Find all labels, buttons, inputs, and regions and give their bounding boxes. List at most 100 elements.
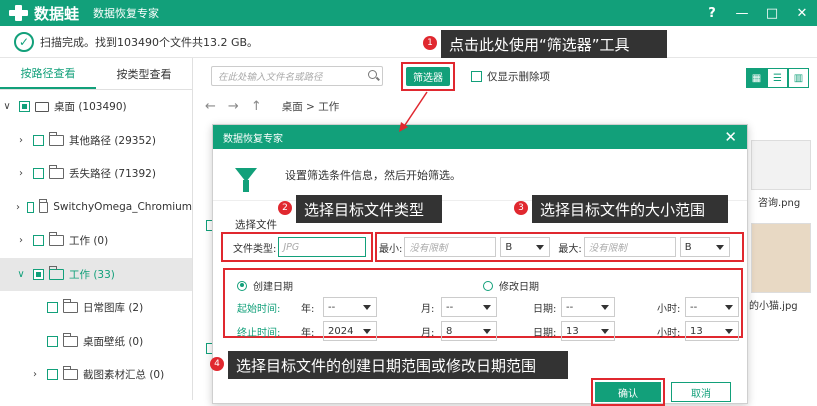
tree-item-desktop-wallpaper[interactable]: 桌面壁纸 (0)	[0, 325, 192, 359]
chevron-down-icon[interactable]: ∨	[14, 269, 28, 280]
list-view-icon[interactable]: ☰	[767, 68, 788, 88]
tab-by-path[interactable]: 按路径查看	[0, 58, 96, 89]
tree-item-label: SwitchyOmega_Chromium	[53, 201, 192, 214]
day-label: 日期:	[533, 303, 557, 315]
close-icon[interactable]: ✕	[724, 128, 737, 146]
year-label: 年:	[301, 303, 315, 315]
created-date-label: 创建日期	[253, 282, 293, 293]
search-input[interactable]: 在此处输入文件名或路径	[211, 66, 383, 86]
breadcrumb: 桌面 > 工作	[281, 100, 340, 113]
radio-selected-icon	[237, 280, 247, 291]
maximize-icon[interactable]: □	[757, 0, 787, 26]
drive-icon	[35, 101, 49, 112]
folder-icon	[38, 198, 49, 213]
toolbar: 在此处输入文件名或路径 筛选器 仅显示删除项 ▦ ☰ ▥	[193, 58, 817, 94]
tree-item-other-paths[interactable]: › 其他路径 (29352)	[0, 124, 192, 158]
app-logo: 数据蛙	[8, 3, 79, 24]
tree-item-label: 其他路径 (29352)	[69, 134, 156, 147]
search-icon[interactable]	[368, 70, 377, 79]
end-day-select[interactable]: 13	[561, 321, 615, 341]
up-arrow-icon[interactable]: ↑	[251, 99, 262, 114]
tree-item-daily-gallery[interactable]: 日常图库 (2)	[0, 291, 192, 325]
dialog-title-bar: 数据恢复专家 ✕	[213, 125, 747, 149]
show-deleted-toggle[interactable]: 仅显示删除项	[471, 69, 550, 84]
callout-number-badge: 3	[514, 201, 528, 215]
chevron-right-icon[interactable]: ›	[14, 235, 28, 246]
callout-number-badge: 2	[278, 201, 292, 215]
chevron-right-icon[interactable]: ›	[28, 369, 42, 380]
min-size-label: 最小:	[379, 243, 403, 255]
cancel-button[interactable]: 取消	[671, 382, 731, 402]
confirm-button[interactable]: 确认	[595, 382, 661, 402]
tree-checkbox[interactable]	[19, 101, 30, 113]
tree-item-screenshots[interactable]: › 截图素材汇总 (0)	[0, 358, 192, 392]
month-label: 月:	[421, 327, 435, 339]
max-size-unit-select[interactable]: B	[679, 237, 730, 257]
tree-checkbox[interactable]	[47, 302, 58, 314]
close-icon[interactable]: ✕	[787, 0, 817, 26]
grid-view-icon[interactable]: ▦	[746, 68, 767, 88]
tree-item-label: 桌面 (103490)	[54, 101, 127, 114]
chevron-right-icon[interactable]: ›	[14, 168, 28, 179]
callout-text: 点击此处使用“筛选器”工具	[449, 35, 630, 54]
start-year-select[interactable]: --	[323, 297, 377, 317]
max-size-input[interactable]: 没有限制	[583, 237, 676, 257]
tree-checkbox[interactable]	[33, 168, 44, 180]
filter-button[interactable]: 筛选器	[406, 66, 450, 86]
min-size-unit-select[interactable]: B	[500, 237, 551, 257]
created-date-radio[interactable]: 创建日期	[237, 278, 293, 293]
sidebar: 按路径查看 按类型查看 ∨ 桌面 (103490) › 其他路径 (29352)…	[0, 58, 193, 400]
dialog-instruction: 设置筛选条件信息，然后开始筛选。	[285, 168, 461, 182]
file-type-input[interactable]: JPG	[278, 237, 367, 257]
day-label: 日期:	[533, 327, 557, 339]
tree-item-lost-paths[interactable]: › 丢失路径 (71392)	[0, 157, 192, 191]
file-grid: 咨询.png 的小猫.jpg	[745, 140, 817, 322]
tree-item-label: 工作 (33)	[69, 268, 115, 281]
file-thumbnail[interactable]	[751, 140, 811, 190]
tree-item-work-0[interactable]: › 工作 (0)	[0, 224, 192, 258]
status-bar: ✓ 扫描完成。找到103490个文件共13.2 GB。	[0, 26, 817, 58]
tree-item-desktop[interactable]: ∨ 桌面 (103490)	[0, 90, 192, 124]
hour-label: 小时:	[657, 327, 681, 339]
min-size-input[interactable]: 没有限制	[404, 237, 497, 257]
end-month-select[interactable]: 8	[441, 321, 497, 341]
minimize-icon[interactable]: —	[727, 0, 757, 26]
folder-icon	[63, 366, 78, 381]
tree-checkbox[interactable]	[47, 369, 58, 381]
start-hour-select[interactable]: --	[685, 297, 739, 317]
check-icon: ✓	[14, 31, 34, 52]
file-name: 的小猫.jpg	[749, 301, 798, 312]
show-deleted-label: 仅显示删除项	[487, 70, 550, 83]
tree-checkbox[interactable]	[33, 134, 44, 146]
show-deleted-checkbox[interactable]	[471, 70, 482, 82]
start-month-select[interactable]: --	[441, 297, 497, 317]
tree-item-work-33[interactable]: ∨ 工作 (33)	[0, 257, 192, 291]
logo-text: 数据蛙	[34, 4, 80, 23]
help-icon[interactable]: ?	[697, 0, 727, 26]
start-day-select[interactable]: --	[561, 297, 615, 317]
detail-view-icon[interactable]: ▥	[788, 68, 809, 88]
back-arrow-icon[interactable]: ←	[205, 99, 216, 114]
tab-by-type[interactable]: 按类型查看	[96, 58, 192, 89]
file-thumbnail[interactable]	[751, 223, 811, 293]
modified-date-radio[interactable]: 修改日期	[483, 278, 539, 293]
end-hour-select[interactable]: 13	[685, 321, 739, 341]
dialog-title: 数据恢复专家	[223, 133, 283, 145]
tree-checkbox[interactable]	[33, 235, 44, 247]
hour-label: 小时:	[657, 303, 681, 315]
chevron-down-icon[interactable]: ∨	[0, 101, 14, 112]
max-size-label: 最大:	[558, 243, 582, 255]
forward-arrow-icon[interactable]: →	[228, 99, 239, 114]
confirm-highlight-box: 确认	[591, 378, 665, 406]
start-time-label: 起始时间:	[237, 303, 281, 315]
tree-item-switchyomega[interactable]: › SwitchyOmega_Chromium	[0, 191, 192, 225]
folder-icon	[63, 332, 78, 347]
chevron-right-icon[interactable]: ›	[14, 135, 28, 146]
tree-checkbox[interactable]	[47, 335, 58, 347]
file-type-label: 文件类型:	[233, 243, 277, 255]
funnel-icon	[235, 167, 257, 192]
tree-checkbox[interactable]	[33, 268, 44, 280]
end-year-select[interactable]: 2024	[323, 321, 377, 341]
chevron-right-icon[interactable]: ›	[14, 202, 22, 213]
tree-checkbox[interactable]	[26, 201, 34, 213]
